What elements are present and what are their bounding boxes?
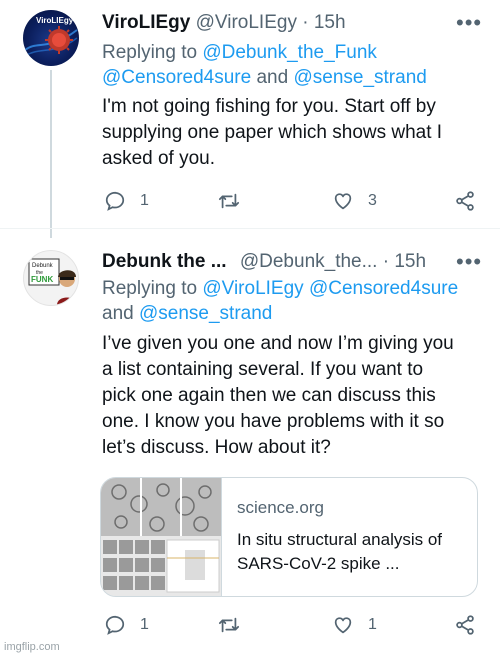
replying-to: Replying to @ViroLIEgy @Censored4sure an… [102, 276, 482, 326]
mention-link[interactable]: @sense_strand [139, 303, 272, 324]
reply-icon [105, 191, 125, 211]
retweet-icon [218, 193, 240, 209]
reply-count: 1 [140, 192, 149, 209]
avatar-label: ViroLIEgy [36, 16, 74, 25]
avatar[interactable]: ViroLIEgy [23, 10, 79, 66]
action-bar: 1 1 [100, 614, 480, 640]
reply-button[interactable]: 1 [104, 614, 149, 636]
avatar[interactable]: Debunk the FUNK [23, 250, 79, 306]
like-button[interactable]: 1 [332, 614, 377, 636]
tweet-text-line: pick one again then we can discuss this [102, 385, 436, 406]
reply-icon [105, 615, 125, 635]
like-count: 1 [368, 616, 377, 633]
replying-prefix: Replying to [102, 278, 198, 299]
tweet-text-line: let’s discuss. How about it? [102, 437, 331, 458]
link-card-image [101, 478, 222, 596]
tweet-header: ViroLIEgy @ViroLIEgy · 15h [102, 11, 346, 35]
handle[interactable]: @Debunk_the... [240, 251, 378, 272]
action-bar: 1 3 [100, 190, 480, 216]
share-button[interactable] [454, 190, 476, 212]
tweet-text-line: I'm not going fishing for you. Start off… [102, 96, 436, 117]
share-icon [456, 615, 474, 635]
timestamp[interactable]: 15h [314, 12, 346, 33]
display-name[interactable]: Debunk the ... [102, 251, 227, 272]
tweet-header: Debunk the ... @Debunk_the... · 15h [102, 250, 426, 274]
tweet-text: I'm not going fishing for you. Start off… [102, 94, 482, 172]
dot-separator: · [302, 12, 309, 33]
avatar-label: Debunk [32, 263, 54, 269]
mention-link[interactable]: @Debunk_the_Funk [202, 42, 377, 63]
more-icon[interactable]: ••• [456, 10, 482, 36]
replying-to: Replying to @Debunk_the_Funk @Censored4s… [102, 40, 482, 90]
like-icon [334, 193, 352, 210]
share-icon [456, 191, 474, 211]
tweet-text-line: a list containing several. If you want t… [102, 359, 424, 380]
mention-link[interactable]: @sense_strand [293, 67, 426, 88]
link-card-domain: science.org [237, 498, 324, 517]
thread-line [50, 70, 52, 238]
tweet-text-line: asked of you. [102, 148, 216, 169]
joiner-text: and [102, 303, 134, 324]
share-button[interactable] [454, 614, 476, 636]
tweet-text-line: I’ve given you one and now I’m giving yo… [102, 333, 454, 354]
handle[interactable]: @ViroLIEgy [196, 12, 297, 33]
retweet-button[interactable] [218, 614, 254, 636]
display-name[interactable]: ViroLIEgy [102, 12, 190, 33]
timestamp[interactable]: 15h [394, 251, 426, 272]
tweet-text: I’ve given you one and now I’m giving yo… [102, 331, 482, 461]
more-icon[interactable]: ••• [456, 249, 482, 275]
dot-separator: · [382, 251, 390, 272]
like-icon [334, 617, 352, 634]
retweet-button[interactable] [218, 190, 254, 212]
mention-link[interactable]: @ViroLIEgy [202, 278, 303, 299]
like-button[interactable]: 3 [332, 190, 377, 212]
link-card-title: In situ structural analysis of SARS-CoV-… [237, 530, 443, 573]
retweet-icon [218, 617, 240, 633]
svg-text:FUNK: FUNK [31, 275, 53, 284]
replying-prefix: Replying to [102, 42, 198, 63]
mention-link[interactable]: @Censored4sure [309, 278, 458, 299]
watermark: imgflip.com [4, 641, 60, 653]
mention-link[interactable]: @Censored4sure [102, 67, 251, 88]
tweet-text-line: one. I know you have problems with it so [102, 411, 445, 432]
tweet-text-line: supplying one paper which shows what I [102, 122, 443, 143]
like-count: 3 [368, 192, 377, 209]
joiner-text: and [256, 67, 289, 88]
tweet-1[interactable]: ViroLIEgy ViroLIEgy @ViroLIEgy · 15h •••… [0, 0, 500, 238]
link-card[interactable]: science.org In situ structural analysis … [100, 477, 478, 597]
reply-count: 1 [140, 616, 149, 633]
reply-button[interactable]: 1 [104, 190, 149, 212]
